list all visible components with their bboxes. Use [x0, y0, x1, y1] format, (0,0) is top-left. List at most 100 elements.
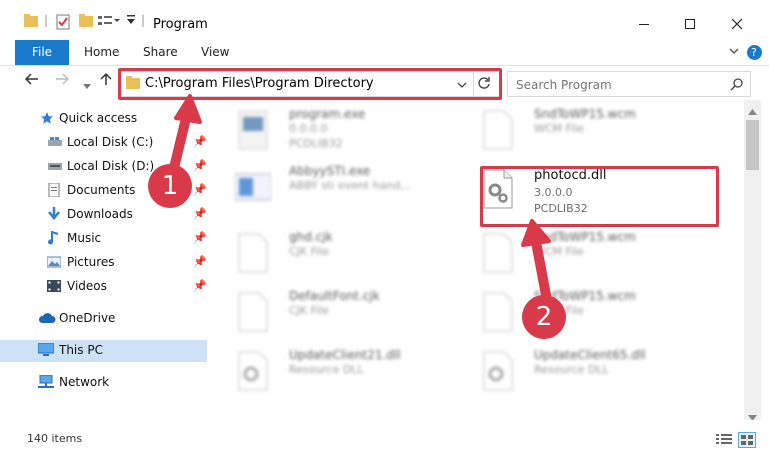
- sidebar-item-label: Music: [67, 231, 102, 245]
- file-item[interactable]: DefaultFont.cjk CJK File: [215, 287, 460, 337]
- drive-icon: [47, 159, 63, 173]
- close-button[interactable]: [717, 10, 757, 40]
- large-icons-view-icon[interactable]: [738, 432, 756, 448]
- sidebar-item-quick-access[interactable]: Quick access: [0, 108, 207, 130]
- navigation-pane: Quick access Local Disk (C:) 📌 Local Dis…: [0, 100, 210, 420]
- details-view-icon[interactable]: [716, 433, 732, 448]
- generic-file-icon: [480, 232, 516, 274]
- pin-icon[interactable]: 📌: [193, 159, 207, 172]
- up-arrow-icon[interactable]: [100, 72, 112, 90]
- sidebar-item-pictures[interactable]: Pictures 📌: [0, 252, 207, 274]
- download-icon: [47, 207, 63, 221]
- star-icon: [40, 111, 56, 125]
- step-marker-2: 2: [522, 295, 566, 339]
- file-type: CJK File: [289, 245, 330, 258]
- separator: |: [44, 13, 49, 27]
- sidebar-item-onedrive[interactable]: OneDrive: [0, 308, 207, 330]
- dll-file-icon: [480, 350, 516, 392]
- generic-file-icon: [480, 291, 516, 333]
- properties-icon[interactable]: [56, 14, 70, 33]
- file-name: SndToWP15.wcm: [534, 107, 636, 121]
- file-name: AbbyySTI.exe: [289, 164, 371, 178]
- file-item[interactable]: AbbyySTI.exe ABBY sti event hand...: [215, 162, 460, 212]
- forward-arrow-icon[interactable]: [55, 72, 70, 90]
- file-list: program.exe 0.0.0.0 PCDLIB32 AbbyySTI.ex…: [215, 100, 745, 420]
- sidebar-item-label: Documents: [67, 183, 136, 197]
- tab-view[interactable]: View: [201, 40, 229, 65]
- file-item[interactable]: ghd.cjk CJK File: [215, 228, 460, 278]
- generic-file-icon: [480, 109, 516, 151]
- search-icon[interactable]: [730, 77, 744, 94]
- file-item[interactable]: program.exe 0.0.0.0 PCDLIB32: [215, 105, 460, 155]
- file-type: Resource DLL: [289, 363, 364, 376]
- separator: |: [141, 13, 146, 27]
- cloud-icon: [38, 311, 56, 325]
- tab-file[interactable]: File: [15, 40, 69, 65]
- sidebar-item-label: Quick access: [59, 111, 138, 125]
- pictures-icon: [46, 255, 63, 269]
- file-type: ABBY sti event hand...: [289, 179, 411, 192]
- status-bar: 140 items: [0, 420, 769, 463]
- music-icon: [47, 230, 63, 245]
- maximize-button[interactable]: [670, 10, 710, 40]
- customize-toolbar-icon[interactable]: [126, 14, 136, 29]
- file-name: UpdateClient21.dll: [289, 348, 401, 362]
- file-type: Resource DLL: [534, 363, 609, 376]
- chevron-down-icon[interactable]: [728, 41, 740, 66]
- file-item[interactable]: SndToWP15.wcm WCM File: [460, 287, 705, 337]
- sidebar-item-videos[interactable]: Videos 📌: [0, 276, 207, 298]
- scroll-up-icon[interactable]: [748, 104, 757, 118]
- search-input[interactable]: [514, 75, 723, 95]
- sidebar-item-label: This PC: [59, 343, 103, 357]
- title-bar: | | Program: [0, 0, 769, 40]
- file-name: DefaultFont.cjk: [289, 289, 380, 303]
- file-type: WCM File: [534, 122, 584, 135]
- network-icon: [38, 374, 54, 389]
- sidebar-item-label: Local Disk (C:): [67, 135, 154, 149]
- sidebar-item-label: Pictures: [67, 255, 115, 269]
- sidebar-item-label: Videos: [67, 279, 107, 293]
- file-name: SndToWP15.wcm: [534, 230, 636, 244]
- file-version: 0.0.0.0: [289, 122, 328, 135]
- explorer-window: | | Program File Home Share View ? C:\Pr…: [0, 0, 769, 463]
- file-item[interactable]: SndToWP15.wcm WCM File: [460, 228, 705, 278]
- new-folder-icon[interactable]: [79, 14, 93, 31]
- sidebar-item-downloads[interactable]: Downloads 📌: [0, 204, 207, 226]
- back-arrow-icon[interactable]: [24, 72, 39, 90]
- sidebar-item-network[interactable]: Network: [0, 372, 207, 394]
- documents-icon: [47, 182, 63, 198]
- help-icon[interactable]: ?: [747, 45, 762, 60]
- file-item[interactable]: UpdateClient65.dll Resource DLL: [460, 346, 705, 396]
- exe-file-icon: [235, 109, 271, 151]
- recent-locations-icon[interactable]: [83, 76, 91, 94]
- pin-icon[interactable]: 📌: [193, 183, 207, 196]
- vertical-scrollbar[interactable]: [744, 100, 761, 421]
- address-bar-highlight: [118, 68, 502, 100]
- view-options-icon[interactable]: [98, 14, 120, 31]
- pin-icon[interactable]: 📌: [193, 207, 207, 220]
- file-name: UpdateClient65.dll: [534, 348, 646, 362]
- sidebar-item-label: Downloads: [67, 207, 133, 221]
- file-item[interactable]: UpdateClient21.dll Resource DLL: [215, 346, 460, 396]
- file-highlight: [480, 166, 719, 227]
- tab-share[interactable]: Share: [143, 40, 178, 65]
- generic-file-icon: [235, 232, 271, 274]
- file-type: WCM File: [534, 245, 584, 258]
- sidebar-item-local-disk-c[interactable]: Local Disk (C:) 📌: [0, 132, 207, 154]
- minimize-button[interactable]: [624, 10, 664, 40]
- file-item[interactable]: SndToWP15.wcm WCM File: [460, 105, 705, 155]
- pin-icon[interactable]: 📌: [193, 231, 207, 244]
- scrollbar-thumb[interactable]: [746, 120, 759, 170]
- sidebar-item-music[interactable]: Music 📌: [0, 228, 207, 250]
- file-type: CJK File: [289, 304, 330, 317]
- pin-icon[interactable]: 📌: [193, 135, 207, 148]
- tab-home[interactable]: Home: [84, 40, 119, 65]
- search-box[interactable]: [507, 71, 751, 97]
- file-description: PCDLIB32: [289, 137, 343, 150]
- sidebar-item-this-pc[interactable]: This PC: [0, 340, 207, 362]
- pin-icon[interactable]: 📌: [193, 279, 207, 292]
- dll-file-icon: [235, 350, 271, 392]
- file-name: ghd.cjk: [289, 230, 333, 244]
- computer-icon: [37, 342, 55, 357]
- pin-icon[interactable]: 📌: [193, 255, 207, 268]
